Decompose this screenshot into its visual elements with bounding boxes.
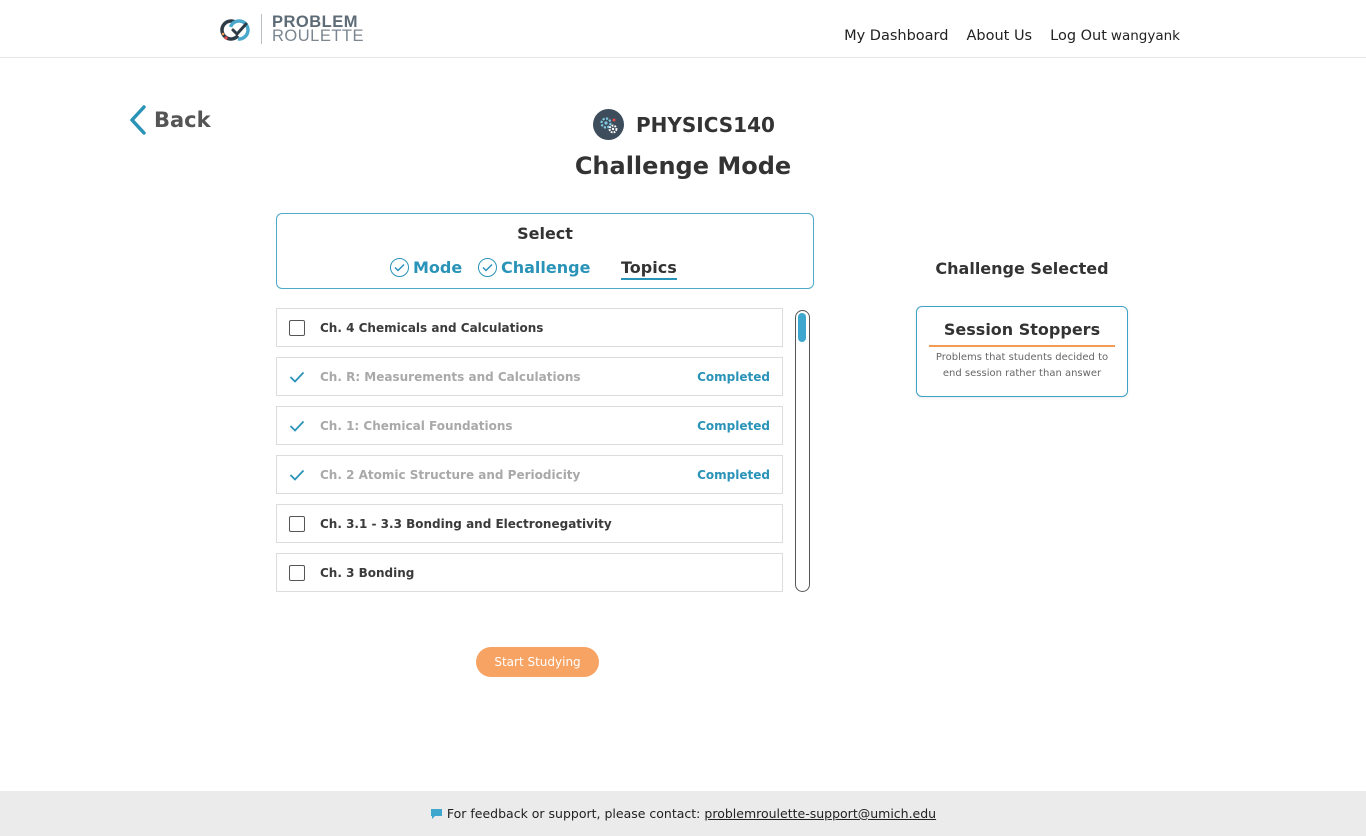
top-header: PROBLEM ROULETTE My Dashboard About Us L… xyxy=(0,0,1366,58)
back-label: Back xyxy=(154,108,211,132)
topic-name: Ch. 2 Atomic Structure and Periodicity xyxy=(320,467,581,482)
page-title: Challenge Mode xyxy=(574,152,792,180)
topic-item[interactable]: Ch. 4 Chemicals and Calculations xyxy=(276,308,783,347)
select-title: Select xyxy=(517,224,573,243)
topic-status: Completed xyxy=(697,369,770,384)
step-topics[interactable]: Topics xyxy=(621,258,677,280)
topics-scrollbar[interactable] xyxy=(795,310,810,592)
topic-checkbox[interactable] xyxy=(289,515,305,532)
challenge-selected-title: Challenge Selected xyxy=(935,259,1109,278)
logo-divider xyxy=(261,14,262,44)
check-circle-icon xyxy=(478,258,497,277)
topic-status: Completed xyxy=(697,467,770,482)
topic-item[interactable]: Ch. 3 Bonding xyxy=(276,553,783,592)
nav-log-out[interactable]: Log Out xyxy=(1050,28,1107,44)
check-circle-icon xyxy=(390,258,409,277)
logo-line2: ROULETTE xyxy=(272,27,365,45)
topic-item[interactable]: Ch. R: Measurements and Calculations Com… xyxy=(276,357,783,396)
select-steps-panel: Select Mode Challenge Topics xyxy=(276,213,814,289)
support-email-link[interactable]: problemroulette-support@umich.edu xyxy=(704,806,936,821)
chevron-left-icon xyxy=(130,105,146,135)
start-studying-button[interactable]: Start Studying xyxy=(476,647,599,677)
logo-wordmark: PROBLEM ROULETTE xyxy=(272,14,365,45)
challenge-divider xyxy=(929,345,1115,347)
step-challenge[interactable]: Challenge xyxy=(478,258,590,277)
chat-bubble-icon xyxy=(430,808,443,820)
scrollbar-thumb[interactable] xyxy=(798,313,806,342)
topic-name: Ch. 1: Chemical Foundations xyxy=(320,418,513,433)
topic-name: Ch. 3 Bonding xyxy=(320,565,415,580)
topic-item[interactable]: Ch. 1: Chemical Foundations Completed xyxy=(276,406,783,445)
footer-text: For feedback or support, please contact: xyxy=(446,806,701,821)
topic-item[interactable]: Ch. 2 Atomic Structure and Periodicity C… xyxy=(276,455,783,494)
step-mode-label: Mode xyxy=(413,258,463,277)
step-challenge-label: Challenge xyxy=(501,258,591,277)
topic-item[interactable]: Ch. 3.1 - 3.3 Bonding and Electronegativ… xyxy=(276,504,783,543)
nav-my-dashboard[interactable]: My Dashboard xyxy=(844,28,948,44)
gears-icon xyxy=(593,109,624,140)
course-name: PHYSICS140 xyxy=(636,112,775,137)
back-button[interactable]: Back xyxy=(128,104,211,136)
checkmark-icon[interactable] xyxy=(289,420,305,432)
topic-status: Completed xyxy=(697,418,770,433)
checkmark-icon[interactable] xyxy=(289,469,305,481)
challenge-name: Session Stoppers xyxy=(943,320,1101,339)
problem-roulette-logo[interactable]: PROBLEM ROULETTE xyxy=(218,14,364,44)
topic-checkbox[interactable] xyxy=(289,319,305,336)
roulette-logo-icon xyxy=(220,19,250,41)
topic-name: Ch. R: Measurements and Calculations xyxy=(320,369,581,384)
footer: For feedback or support, please contact:… xyxy=(0,791,1366,836)
top-nav: My Dashboard About Us Log Out wangyank xyxy=(826,28,1180,44)
course-header: PHYSICS140 xyxy=(593,109,775,140)
challenge-card: Session Stoppers Problems that students … xyxy=(916,306,1128,397)
step-mode[interactable]: Mode xyxy=(390,258,462,277)
topic-name: Ch. 4 Chemicals and Calculations xyxy=(320,320,544,335)
topic-checkbox[interactable] xyxy=(289,564,305,581)
step-topics-label: Topics xyxy=(621,258,677,277)
topic-name: Ch. 3.1 - 3.3 Bonding and Electronegativ… xyxy=(320,516,612,531)
challenge-description: Problems that students decided to end se… xyxy=(935,352,1109,379)
username-label: wangyank xyxy=(1110,28,1180,44)
nav-about-us[interactable]: About Us xyxy=(966,28,1032,44)
checkmark-icon[interactable] xyxy=(289,371,305,383)
